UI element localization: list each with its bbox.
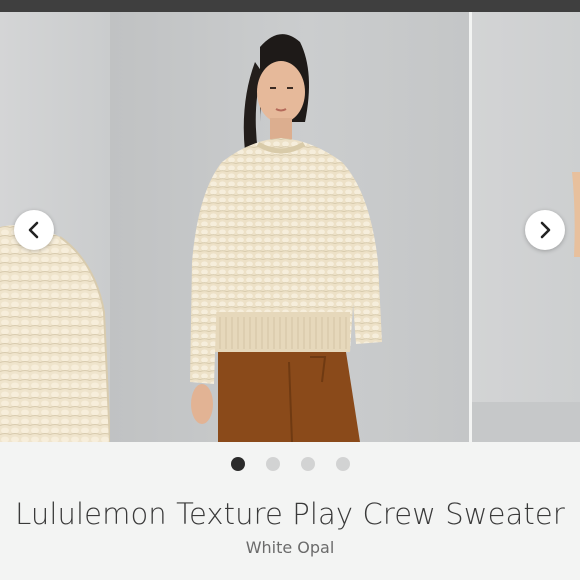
top-bar [0, 0, 580, 12]
carousel-dot-2[interactable] [265, 457, 280, 471]
previous-image-button[interactable] [14, 210, 54, 250]
next-image-button[interactable] [525, 210, 565, 250]
product-image-carousel[interactable] [0, 12, 580, 442]
carousel-dot-4[interactable] [335, 457, 350, 471]
carousel-dot-3[interactable] [300, 457, 315, 471]
product-color-name: White Opal [245, 538, 335, 557]
chevron-left-icon [28, 221, 39, 239]
carousel-dot-1[interactable] [230, 457, 245, 471]
carousel-pagination [0, 457, 580, 471]
model-wearing-sweater-image [110, 12, 469, 442]
product-title: Lululemon Texture Play Crew Sweater [15, 497, 565, 531]
chevron-right-icon [540, 221, 551, 239]
